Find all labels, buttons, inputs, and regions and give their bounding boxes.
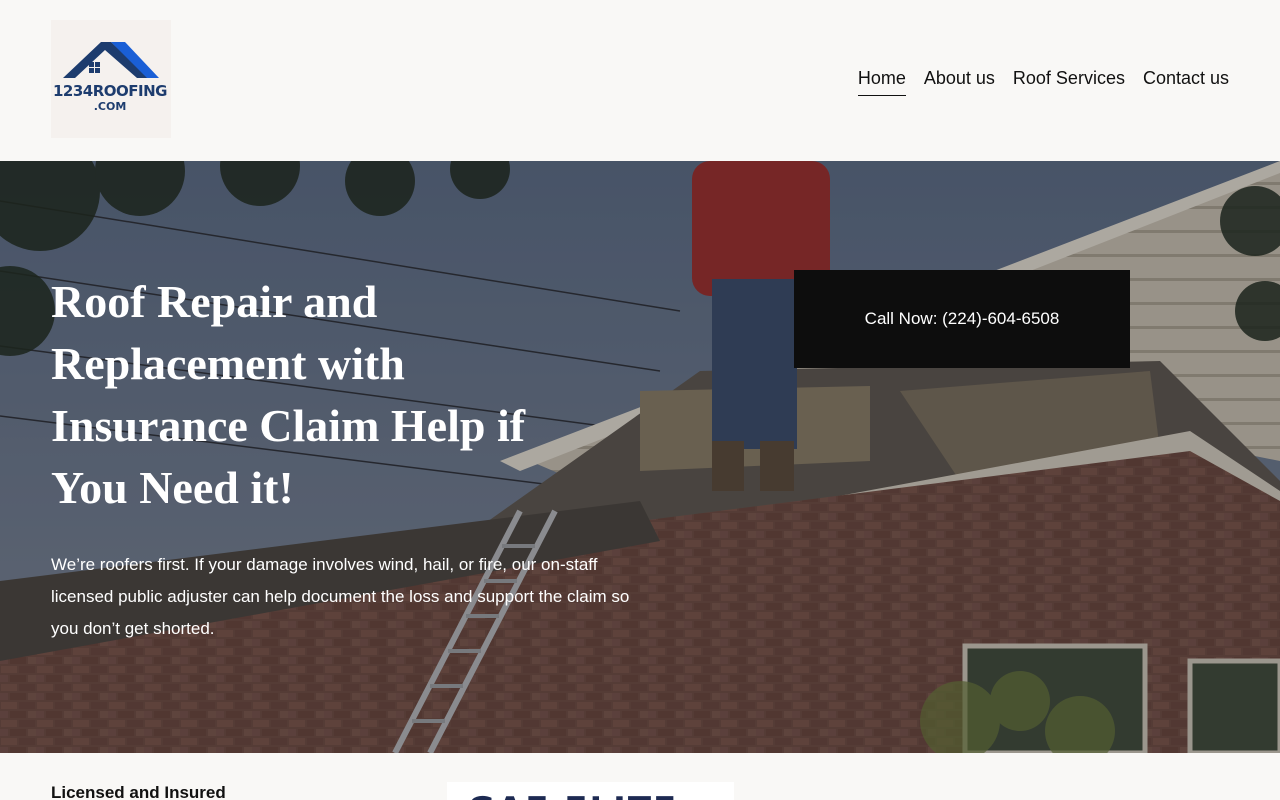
- house-roof-icon: [63, 42, 159, 78]
- credentials-section: Licensed and Insured GAF ELITE: [0, 753, 1280, 800]
- logo-domain: .COM: [93, 100, 127, 113]
- call-now-button[interactable]: Call Now: (224)-604-6508: [794, 270, 1130, 368]
- logo-wordmark: 1234ROOFING: [53, 82, 168, 100]
- certification-badge: GAF ELITE: [447, 782, 734, 800]
- licensed-heading: Licensed and Insured: [51, 783, 226, 800]
- call-now-label: Call Now: (224)-604-6508: [864, 309, 1060, 328]
- nav-roof-services[interactable]: Roof Services: [1013, 68, 1125, 96]
- nav-contact-us[interactable]: Contact us: [1143, 68, 1229, 96]
- hero-description: We’re roofers first. If your damage invo…: [51, 555, 630, 638]
- nav-about-us[interactable]: About us: [924, 68, 995, 96]
- nav-home[interactable]: Home: [857, 68, 906, 96]
- hero-title: Roof Repair and Replacement with Insuran…: [51, 276, 526, 513]
- badge-text: GAF ELITE: [467, 790, 678, 800]
- site-header: 1234ROOFING .COM Home About us Roof Serv…: [0, 0, 1280, 161]
- site-logo[interactable]: 1234ROOFING .COM: [51, 20, 171, 138]
- hero-section: Roof Repair and Replacement with Insuran…: [0, 161, 1280, 753]
- main-nav: Home About us Roof Services Contact us: [857, 68, 1229, 96]
